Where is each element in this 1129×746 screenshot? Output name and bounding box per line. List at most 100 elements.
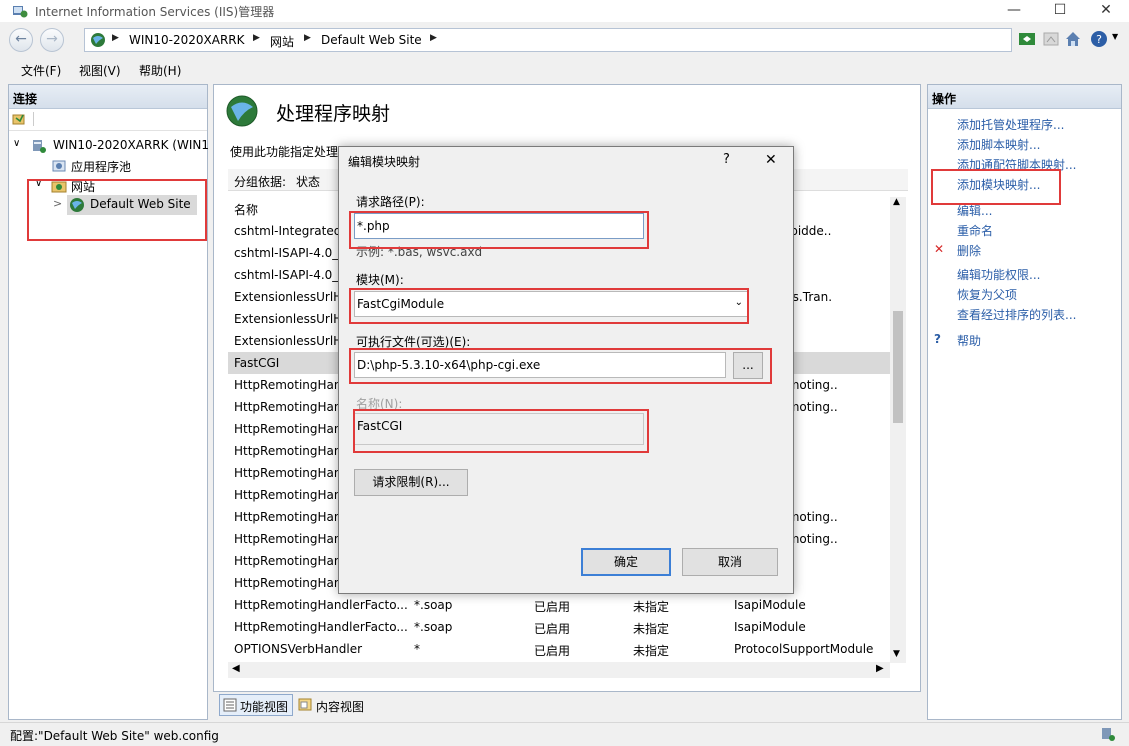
action-label: 查看经过排序的列表... xyxy=(957,308,1077,322)
cell-handler: ProtocolSupportModule xyxy=(734,642,874,656)
cell-handler: IsapiModule xyxy=(734,598,806,612)
tree-item-app-pools[interactable]: 应用程序池 xyxy=(13,156,209,176)
cell-handler: IsapiModule xyxy=(734,620,806,634)
tab-feature-view-label: 功能视图 xyxy=(240,700,289,714)
action-item[interactable]: 添加脚本映射... xyxy=(928,135,1118,155)
connections-header: 连接 xyxy=(9,85,207,109)
actions-list: 添加托管处理程序... 添加脚本映射... 添加通配符脚本映射... 添加模块映射..… xyxy=(928,115,1121,415)
highlight-box-action xyxy=(931,169,1061,205)
stop-icon[interactable] xyxy=(1042,30,1060,48)
cell-state: 已启用 xyxy=(534,644,571,658)
cell-path: *.soap xyxy=(414,598,453,612)
maximize-button[interactable]: ☐ xyxy=(1037,0,1083,22)
globe-icon xyxy=(91,33,105,47)
scroll-down-icon[interactable]: ▼ xyxy=(893,649,900,659)
highlight-box-executable xyxy=(349,348,772,384)
svg-text:?: ? xyxy=(1096,33,1102,46)
breadcrumb-sites[interactable]: 网站 xyxy=(270,33,294,50)
tab-content-view[interactable]: 内容视图 xyxy=(297,694,371,716)
dialog-help-button[interactable]: ? xyxy=(723,152,730,167)
action-item[interactable]: 查看经过排序的列表... xyxy=(928,305,1118,325)
new-connection-icon[interactable] xyxy=(12,112,26,126)
highlight-box-request-path xyxy=(349,211,649,249)
server-status-icon xyxy=(1102,728,1115,741)
help-icon[interactable]: ? xyxy=(1090,30,1108,48)
page-title: 处理程序映射 xyxy=(276,103,391,125)
actions-header: 操作 xyxy=(928,85,1121,109)
action-item[interactable]: 重命名 xyxy=(928,221,1118,241)
breadcrumb-site[interactable]: Default Web Site xyxy=(321,33,422,47)
scroll-up-icon[interactable]: ▲ xyxy=(893,197,900,207)
scroll-right-icon[interactable]: ▶ xyxy=(876,663,884,674)
action-item[interactable]: ✕ 删除 xyxy=(928,241,1118,261)
cell-name: HttpRemotingHandlerFacto... xyxy=(234,620,408,634)
scroll-left-icon[interactable]: ◀ xyxy=(232,663,240,674)
breadcrumb-server[interactable]: WIN10-2020XARRK xyxy=(129,33,245,47)
app-pool-icon xyxy=(52,160,66,172)
tree-item-server[interactable]: ∨ WIN10-2020XARRK (WIN1 xyxy=(13,136,209,156)
menu-view[interactable]: 视图(V) xyxy=(79,62,121,79)
action-item[interactable]: ? 帮助 xyxy=(928,331,1118,351)
cancel-button[interactable]: 取消 xyxy=(682,548,778,576)
address-bar: ← → ▶ WIN10-2020XARRK ▶ 网站 ▶ Default Web… xyxy=(0,22,1129,58)
scrollbar-thumb[interactable] xyxy=(893,311,903,423)
tree-label-app-pools: 应用程序池 xyxy=(71,160,132,174)
forward-button[interactable]: → xyxy=(40,28,64,52)
minimize-button[interactable]: — xyxy=(991,0,1037,22)
action-label: 删除 xyxy=(957,244,982,258)
help-icon: ? xyxy=(934,332,941,346)
cell-path: *.soap xyxy=(414,620,453,634)
status-bar: 配置:"Default Web Site" web.config xyxy=(0,722,1129,746)
expand-toggle-icon[interactable]: ∨ xyxy=(13,138,20,149)
refresh-icon[interactable] xyxy=(1018,30,1036,48)
window-title: Internet Information Services (IIS)管理器 xyxy=(35,5,275,19)
dialog-title: 编辑模块映射 xyxy=(348,155,421,169)
table-row[interactable]: HttpRemotingHandlerFacto... *.soap 已启用 未指定 I… xyxy=(228,594,892,616)
vertical-scrollbar[interactable]: ▲ ▼ xyxy=(890,197,906,663)
highlight-box-site xyxy=(27,179,207,241)
chevron-right-icon: ▶ xyxy=(304,33,311,43)
chevron-down-icon[interactable]: ▼ xyxy=(1112,32,1118,41)
home-icon[interactable] xyxy=(1064,30,1082,48)
tab-feature-view[interactable]: 功能视图 xyxy=(219,694,293,716)
action-item[interactable]: 恢复为父项 xyxy=(928,285,1118,305)
request-restrictions-button[interactable]: 请求限制(R)... xyxy=(354,469,468,496)
content-view-icon xyxy=(298,698,312,711)
group-by-select[interactable]: 状态 xyxy=(296,173,320,190)
highlight-box-name xyxy=(353,409,649,453)
module-label: 模块(M): xyxy=(356,273,404,287)
action-label: 添加托管处理程序... xyxy=(957,118,1065,132)
dialog-close-button[interactable]: ✕ xyxy=(765,152,777,168)
iis-app-icon xyxy=(13,6,28,18)
action-item[interactable]: 编辑功能权限... xyxy=(928,265,1118,285)
menu-help[interactable]: 帮助(H) xyxy=(139,62,181,79)
cell-type: 未指定 xyxy=(633,622,670,636)
page-description: 使用此功能指定处理 xyxy=(230,145,339,159)
tab-content-view-label: 内容视图 xyxy=(316,700,365,714)
action-item[interactable]: 添加托管处理程序... xyxy=(928,115,1118,135)
cell-state: 已启用 xyxy=(534,600,571,614)
connections-toolbar xyxy=(9,109,207,131)
breadcrumb[interactable]: ▶ WIN10-2020XARRK ▶ 网站 ▶ Default Web Sit… xyxy=(84,28,1012,52)
dialog-body: 请求路径(P): *.php 示例: *.bas, wsvc.axd 模块(M)… xyxy=(339,175,793,593)
table-row[interactable]: OPTIONSVerbHandler * 已启用 未指定 ProtocolSupport… xyxy=(228,638,892,660)
action-label: 添加脚本映射... xyxy=(957,138,1041,152)
table-row[interactable]: HttpRemotingHandlerFacto... *.soap 已启用 未指定 I… xyxy=(228,616,892,638)
menu-file[interactable]: 文件(F) xyxy=(21,62,61,79)
action-label: 编辑功能权限... xyxy=(957,268,1041,282)
cell-name: HttpRemotingHandlerFacto... xyxy=(234,598,408,612)
back-button[interactable]: ← xyxy=(9,28,33,52)
horizontal-scrollbar[interactable]: ◀ ▶ xyxy=(228,662,890,678)
status-text: 配置:"Default Web Site" web.config xyxy=(10,729,219,743)
action-label: 恢复为父项 xyxy=(957,288,1018,302)
feature-view-icon xyxy=(223,698,237,712)
cell-state: 已启用 xyxy=(534,622,571,636)
column-header-name[interactable]: 名称 xyxy=(234,201,258,218)
tree-label-server: WIN10-2020XARRK (WIN1 xyxy=(53,138,210,152)
close-button[interactable]: ✕ xyxy=(1083,0,1129,22)
chevron-right-icon: ▶ xyxy=(430,33,437,43)
globe-large-icon xyxy=(226,95,258,127)
ok-button[interactable]: 确定 xyxy=(581,548,671,576)
cell-path: * xyxy=(414,642,420,656)
highlight-box-module xyxy=(349,288,749,324)
